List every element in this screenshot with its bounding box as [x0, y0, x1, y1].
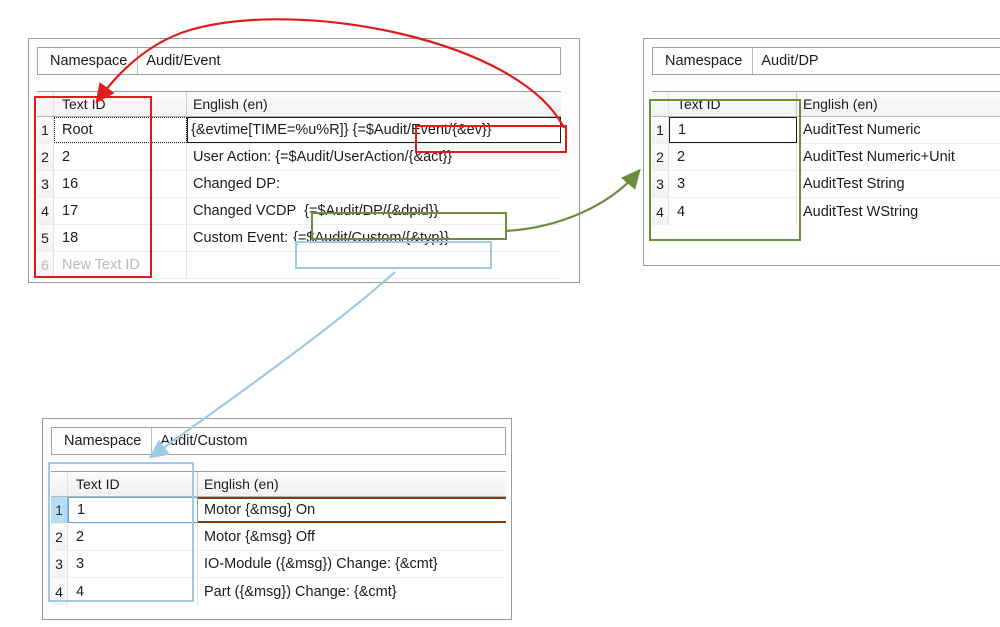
table-row[interactable]: 2 2 AuditTest Numeric+Unit — [652, 144, 1000, 171]
cell-text-id[interactable]: 3 — [68, 551, 198, 577]
namespace-label: Namespace — [38, 48, 139, 74]
table-row[interactable]: 2 2 Motor {&msg} Off — [51, 524, 506, 551]
row-number[interactable]: 1 — [652, 117, 669, 143]
row-number[interactable]: 2 — [652, 144, 669, 170]
table-row[interactable]: 1 1 AuditTest Numeric — [652, 117, 1000, 144]
row-number[interactable]: 4 — [37, 198, 54, 224]
cell-english[interactable]: Custom Event: {=$Audit/Custom/{&typ}} — [187, 225, 561, 251]
cell-text-id[interactable]: Root — [54, 117, 187, 143]
table-row-partial[interactable]: 6 New Text ID — [37, 252, 561, 279]
table-row[interactable]: 3 3 IO-Module ({&msg}) Change: {&cmt} — [51, 551, 506, 578]
row-number[interactable]: 1 — [37, 117, 54, 143]
table-row[interactable]: 5 18 Custom Event: {=$Audit/Custom/{&typ… — [37, 225, 561, 252]
panel-audit-event[interactable]: Namespace Audit/Event Text ID English (e… — [28, 38, 580, 283]
grid-header-row: Text ID English (en) — [652, 92, 1000, 117]
namespace-row-dp[interactable]: Namespace Audit/DP — [652, 47, 1000, 75]
cell-text-id[interactable]: 3 — [669, 171, 797, 197]
panel-audit-event-body: Namespace Audit/Event Text ID English (e… — [29, 39, 579, 282]
row-number[interactable]: 4 — [652, 198, 669, 225]
table-row[interactable]: 4 4 AuditTest WString — [652, 198, 1000, 225]
cell-english-plain: {&evtime[TIME=%u%R]} — [191, 122, 349, 138]
cell-text-id[interactable]: 16 — [54, 171, 187, 197]
row-number[interactable]: 6 — [37, 252, 54, 278]
cell-text-id[interactable]: 1 — [68, 497, 198, 523]
cell-english-plain: Changed VCDP — [193, 203, 297, 219]
panel-audit-dp[interactable]: Namespace Audit/DP Text ID English (en) … — [643, 38, 1000, 266]
cell-text-id[interactable]: New Text ID — [54, 252, 187, 278]
namespace-row-event[interactable]: Namespace Audit/Event — [37, 47, 561, 75]
cell-english[interactable]: AuditTest Numeric — [797, 117, 1000, 143]
row-number[interactable]: 2 — [37, 144, 54, 170]
cell-text-id[interactable]: 2 — [54, 144, 187, 170]
cell-english[interactable]: IO-Module ({&msg}) Change: {&cmt} — [198, 551, 506, 577]
text-grid-event[interactable]: Text ID English (en) 1 Root {&evtime[TIM… — [37, 91, 561, 281]
namespace-label: Namespace — [653, 48, 754, 74]
row-number[interactable]: 3 — [51, 551, 68, 577]
grid-header-row: Text ID English (en) — [37, 92, 561, 117]
row-number[interactable]: 3 — [37, 171, 54, 197]
table-row[interactable]: 4 17 Changed VCDP {=$Audit/DP/{&dpid}} — [37, 198, 561, 225]
column-header-english[interactable]: English (en) — [198, 472, 506, 496]
row-number[interactable]: 5 — [37, 225, 54, 251]
table-row[interactable]: 1 1 Motor {&msg} On — [51, 497, 506, 524]
cell-text-id[interactable]: 17 — [54, 198, 187, 224]
cell-english[interactable]: AuditTest String — [797, 171, 1000, 197]
cell-text-id[interactable]: 2 — [669, 144, 797, 170]
table-row[interactable]: 1 Root {&evtime[TIME=%u%R]} {=$Audit/Eve… — [37, 117, 561, 144]
row-number[interactable]: 3 — [652, 171, 669, 197]
panel-audit-dp-body: Namespace Audit/DP Text ID English (en) … — [644, 39, 1000, 265]
cell-text-id[interactable]: 1 — [669, 117, 797, 143]
namespace-value-field[interactable]: Audit/Event — [138, 48, 560, 74]
cell-english[interactable]: User Action: {=$Audit/UserAction/{&act}} — [187, 144, 561, 170]
column-header-text-id[interactable]: Text ID — [54, 92, 187, 116]
cell-english[interactable]: {&evtime[TIME=%u%R]} {=$Audit/Event/{&ev… — [187, 117, 561, 143]
namespace-row-custom[interactable]: Namespace Audit/Custom — [51, 427, 506, 455]
grid-header-row: Text ID English (en) — [51, 472, 506, 497]
row-number-header — [51, 472, 68, 496]
cell-english[interactable]: Motor {&msg} Off — [198, 524, 506, 550]
column-header-english[interactable]: English (en) — [187, 92, 561, 116]
cell-english-token: {=$Audit/DP/{&dpid}} — [304, 203, 439, 219]
cell-english-token: {=$Audit/Custom/{&typ}} — [293, 230, 450, 246]
column-header-text-id[interactable]: Text ID — [68, 472, 198, 496]
text-grid-custom[interactable]: Text ID English (en) 1 1 Motor {&msg} On… — [51, 471, 506, 611]
namespace-value-field[interactable]: Audit/DP — [753, 48, 1000, 74]
row-number[interactable]: 4 — [51, 578, 68, 605]
panel-audit-custom[interactable]: Namespace Audit/Custom Text ID English (… — [42, 418, 512, 620]
table-row[interactable]: 2 2 User Action: {=$Audit/UserAction/{&a… — [37, 144, 561, 171]
table-row[interactable]: 3 3 AuditTest String — [652, 171, 1000, 198]
cell-english[interactable] — [187, 252, 561, 278]
text-grid-dp[interactable]: Text ID English (en) 1 1 AuditTest Numer… — [652, 91, 1000, 256]
row-number-header — [37, 92, 54, 116]
column-header-text-id[interactable]: Text ID — [669, 92, 797, 116]
panel-audit-custom-body: Namespace Audit/Custom Text ID English (… — [43, 419, 511, 619]
column-header-english[interactable]: English (en) — [797, 92, 1000, 116]
row-number[interactable]: 1 — [51, 497, 68, 523]
cell-english[interactable]: AuditTest Numeric+Unit — [797, 144, 1000, 170]
cell-text-id[interactable]: 2 — [68, 524, 198, 550]
cell-english[interactable]: Changed VCDP {=$Audit/DP/{&dpid}} — [187, 198, 561, 224]
cell-text-id[interactable]: 4 — [669, 198, 797, 225]
cell-english-token: {=$Audit/Event/{&ev}} — [352, 122, 492, 138]
cell-text-id[interactable]: 4 — [68, 578, 198, 605]
table-row[interactable]: 4 4 Part ({&msg}) Change: {&cmt} — [51, 578, 506, 605]
namespace-value-field[interactable]: Audit/Custom — [152, 428, 505, 454]
namespace-label: Namespace — [52, 428, 153, 454]
cell-text-id[interactable]: 18 — [54, 225, 187, 251]
cell-english[interactable]: Motor {&msg} On — [198, 497, 506, 523]
cell-english[interactable]: Changed DP: — [187, 171, 561, 197]
row-number-header — [652, 92, 669, 116]
cell-english[interactable]: Part ({&msg}) Change: {&cmt} — [198, 578, 506, 605]
table-row[interactable]: 3 16 Changed DP: — [37, 171, 561, 198]
cell-english-plain: Custom Event: — [193, 230, 289, 246]
cell-english[interactable]: AuditTest WString — [797, 198, 1000, 225]
row-number[interactable]: 2 — [51, 524, 68, 550]
